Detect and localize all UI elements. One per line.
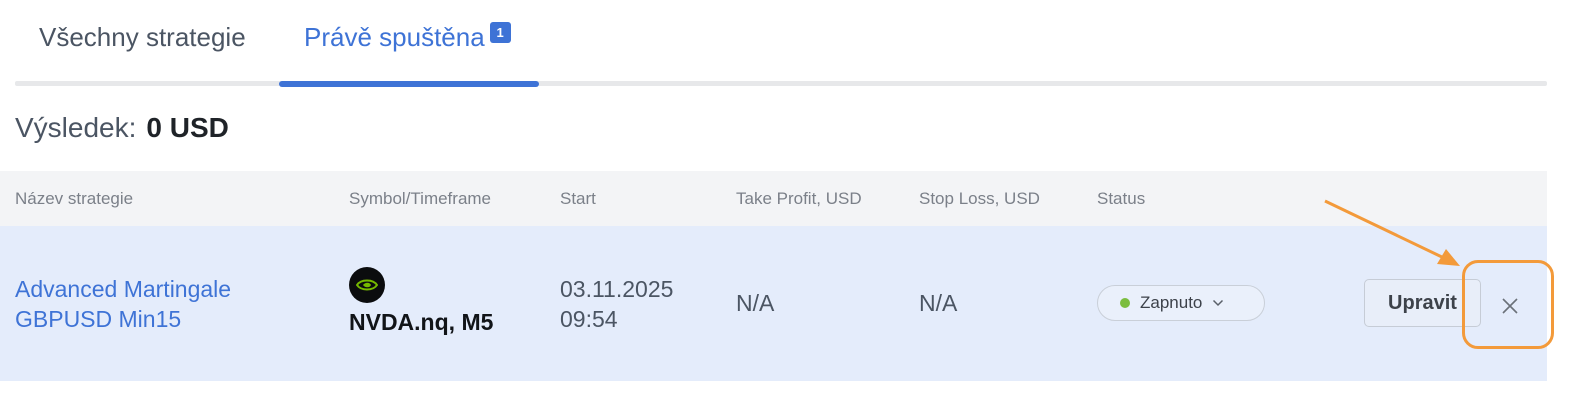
take-profit-value: N/A — [736, 290, 775, 316]
count-badge: 1 — [489, 22, 511, 43]
tab-running-now[interactable]: Právě spuštěna 1 — [279, 22, 539, 88]
strategy-name-link[interactable]: Advanced Martingale GBPUSD Min15 — [15, 274, 231, 334]
strategy-name-line: GBPUSD Min15 — [15, 306, 182, 332]
strategy-name-line: Advanced Martingale — [15, 276, 232, 302]
start-date: 03.11.2025 — [560, 276, 674, 302]
table-header: Název strategie Symbol/Timeframe Start T… — [0, 171, 1547, 226]
column-header-start: Start — [560, 189, 596, 208]
tab-label: Právě spuštěna — [304, 22, 485, 52]
nvidia-logo-icon — [349, 267, 385, 303]
strategies-table: Název strategie Symbol/Timeframe Start T… — [0, 171, 1547, 381]
tab-all-strategies[interactable]: Všechny strategie — [39, 22, 246, 88]
column-header-name: Název strategie — [15, 189, 134, 208]
start-time: 09:54 — [560, 306, 618, 332]
symbol-timeframe: NVDA.nq, M5 — [349, 309, 494, 335]
column-header-take-profit: Take Profit, USD — [736, 189, 862, 208]
page: Všechny strategie Právě spuštěna 1 Výsled… — [0, 0, 1572, 402]
tab-label: Všechny strategie — [39, 22, 246, 52]
result-value: 0 USD — [146, 112, 229, 143]
start-cell: 03.11.2025 09:54 — [560, 274, 673, 334]
column-header-status: Status — [1097, 189, 1146, 208]
result-label: Výsledek: — [15, 112, 137, 143]
status-dropdown[interactable]: Zapnuto — [1097, 285, 1265, 321]
chevron-down-icon — [1213, 299, 1224, 307]
column-header-symbol: Symbol/Timeframe — [349, 189, 492, 208]
tab-bar: Všechny strategie Právě spuštěna 1 — [15, 0, 1547, 88]
status-label: Zapnuto — [1140, 293, 1203, 312]
column-header-stop-loss: Stop Loss, USD — [919, 189, 1040, 208]
symbol-cell: NVDA.nq, M5 — [349, 267, 493, 336]
annotation-highlight-box — [1462, 260, 1554, 349]
status-on-dot-icon — [1120, 298, 1130, 308]
result-summary: Výsledek: 0 USD — [15, 112, 229, 144]
stop-loss-value: N/A — [919, 290, 958, 316]
table-row: Advanced Martingale GBPUSD Min15 NVDA.nq… — [0, 226, 1547, 381]
active-tab-indicator — [279, 81, 539, 87]
